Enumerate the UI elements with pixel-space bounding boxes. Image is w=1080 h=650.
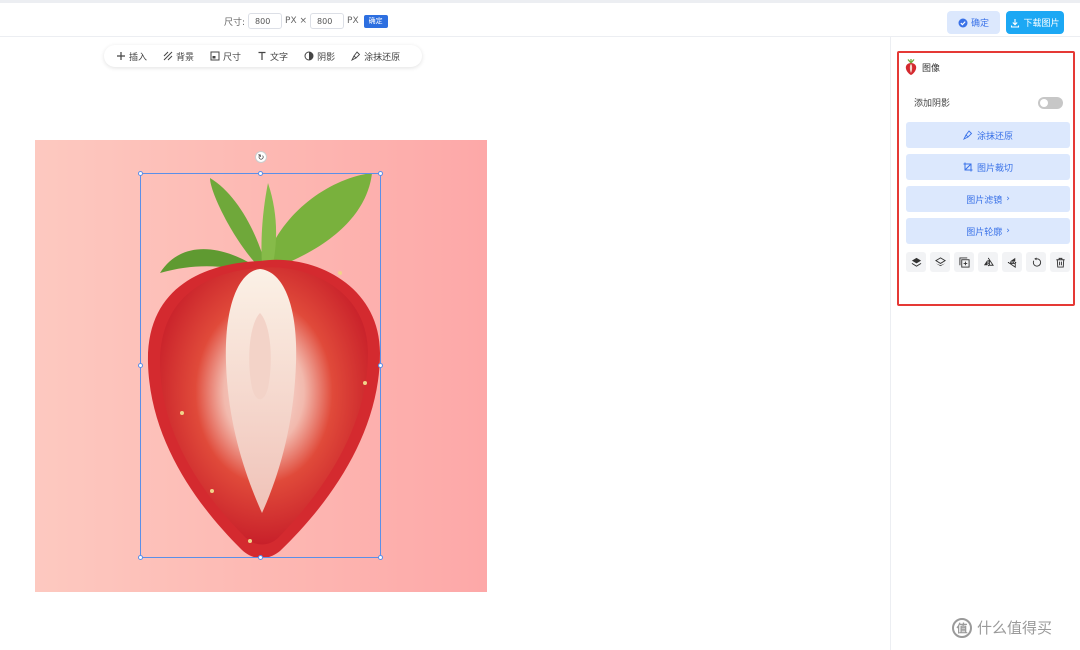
duplicate-icon	[958, 256, 970, 268]
image-filter-button[interactable]: 图片滤镜 ›	[906, 186, 1070, 212]
tool-insert[interactable]: 插入	[116, 50, 147, 63]
add-shadow-row: 添加阴影	[914, 96, 1063, 109]
delete-icon	[1055, 257, 1065, 268]
add-shadow-label: 添加阴影	[914, 99, 951, 109]
size-confirm-button[interactable]: 确定	[363, 14, 388, 28]
image-actions-row	[906, 252, 1070, 274]
resize-handle-tl[interactable]	[138, 171, 143, 176]
download-icon	[1011, 18, 1020, 28]
size-label: 尺寸:	[224, 17, 246, 28]
layer-up-icon	[911, 257, 921, 267]
reset-icon	[1032, 256, 1041, 267]
confirm-button-label: 确定	[970, 19, 989, 29]
tool-brush-restore-label: 涂抹还原	[364, 52, 401, 63]
flip-horizontal-icon	[983, 257, 994, 267]
background-icon	[163, 51, 173, 61]
download-image-button[interactable]: 下载图片	[1006, 11, 1064, 34]
flip-vertical-button[interactable]	[1002, 252, 1022, 272]
tool-shadow-label: 阴影	[317, 52, 336, 63]
editor-toolbar: 插入 背景 尺寸 文字 阴影 涂抹还原	[104, 45, 422, 67]
tool-resize-label: 尺寸	[223, 52, 242, 63]
layer-down-button[interactable]	[930, 252, 950, 272]
strawberry-thumbnail-icon	[905, 59, 917, 75]
tool-insert-label: 插入	[129, 52, 148, 63]
brush-restore-button[interactable]: 涂抹还原	[906, 122, 1070, 148]
resize-handle-bl[interactable]	[138, 555, 143, 560]
watermark-badge-icon: 值	[952, 617, 972, 638]
chevron-right-icon: ›	[1006, 194, 1010, 204]
resize-handle-mr[interactable]	[378, 363, 383, 368]
watermark-text: 什么值得买	[977, 619, 1053, 637]
panel-divider	[890, 37, 891, 650]
tool-resize[interactable]: 尺寸	[210, 50, 241, 63]
layer-down-icon	[934, 256, 946, 266]
resize-handle-bm[interactable]	[258, 555, 263, 560]
resize-icon	[210, 51, 220, 61]
delete-button[interactable]	[1050, 252, 1070, 272]
image-outline-button[interactable]: 图片轮廓 ›	[906, 218, 1070, 244]
resize-handle-ml[interactable]	[138, 363, 143, 368]
add-shadow-toggle[interactable]	[1038, 96, 1063, 109]
reset-button[interactable]	[1026, 252, 1046, 272]
tool-background[interactable]: 背景	[163, 50, 194, 63]
chevron-right-icon: ›	[1006, 226, 1010, 236]
panel-header: 图像	[905, 59, 940, 75]
rotate-handle-icon[interactable]: ↻	[255, 151, 267, 163]
brush-icon	[351, 51, 361, 61]
crop-image-button[interactable]: 图片裁切	[906, 154, 1070, 180]
resize-handle-tr[interactable]	[378, 171, 383, 176]
resize-handle-tm[interactable]	[258, 171, 263, 176]
resize-handle-br[interactable]	[378, 555, 383, 560]
image-properties-panel: 图像 添加阴影 涂抹还原 图片裁切 图片滤镜 › 图片轮廓 ›	[897, 51, 1075, 306]
flip-vertical-icon	[1007, 257, 1017, 268]
canvas-size-row: 尺寸: 800 PX × 800 PX 确定	[224, 12, 388, 30]
crop-icon	[963, 162, 973, 172]
check-circle-icon	[958, 18, 968, 27]
crop-image-label: 图片裁切	[976, 163, 1013, 174]
image-outline-label: 图片轮廓	[966, 227, 1003, 238]
selection-box[interactable]	[140, 173, 381, 558]
tool-text-label: 文字	[270, 52, 289, 63]
plus-icon	[117, 52, 125, 60]
flip-horizontal-button[interactable]	[978, 252, 998, 272]
shadow-icon	[304, 51, 314, 61]
brush-restore-label: 涂抹还原	[976, 131, 1013, 142]
duplicate-button[interactable]	[954, 252, 974, 272]
tool-brush-restore[interactable]: 涂抹还原	[351, 50, 400, 63]
canvas-width-input[interactable]: 800	[248, 13, 283, 29]
text-icon	[258, 51, 266, 60]
tool-text[interactable]: 文字	[257, 50, 288, 63]
download-button-label: 下载图片	[1023, 19, 1060, 29]
px-unit-label: PX	[347, 16, 359, 26]
image-filter-label: 图片滤镜	[966, 195, 1003, 206]
canvas-height-input[interactable]: 800	[310, 13, 345, 29]
layer-up-button[interactable]	[906, 252, 926, 272]
panel-title: 图像	[922, 63, 941, 74]
brush-icon	[962, 130, 973, 140]
tool-background-label: 背景	[176, 52, 195, 63]
watermark: 值 什么值得买	[952, 617, 1052, 638]
px-times-label: PX ×	[285, 16, 308, 26]
top-bar: 尺寸: 800 PX × 800 PX 确定 确定 下载图片	[0, 0, 1080, 37]
tool-shadow[interactable]: 阴影	[304, 50, 335, 63]
confirm-button[interactable]: 确定	[947, 11, 1000, 34]
